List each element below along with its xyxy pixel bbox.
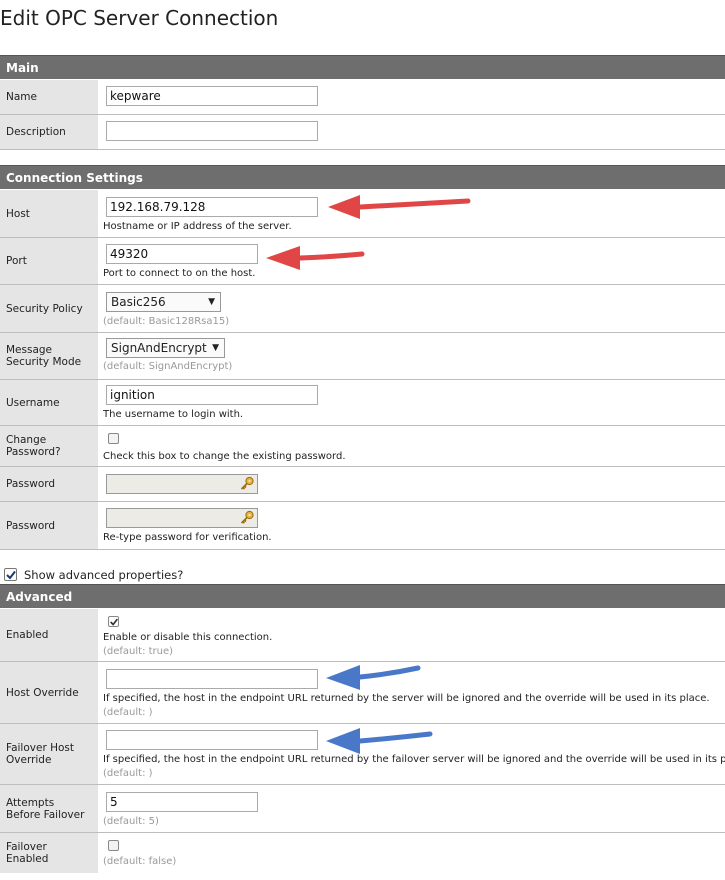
row-security-policy: Security Policy Basic256 ▼ (default: Bas…	[0, 285, 725, 333]
attempts-label-line1: Attempts	[6, 796, 55, 809]
name-input[interactable]: kepware	[106, 86, 318, 106]
message-security-label-line2: Security Mode	[6, 356, 82, 368]
port-help: Port to connect to on the host.	[103, 268, 256, 279]
row-attempts: Attempts Before Failover 5 (default: 5)	[0, 785, 725, 833]
red-arrow-port	[266, 246, 365, 270]
row-change-password: Change Password? Check this box to change…	[0, 426, 725, 467]
checkmark-icon	[110, 618, 118, 626]
security-policy-label: Security Policy	[0, 285, 98, 332]
row-username: Username ignition The username to login …	[0, 380, 725, 426]
blue-arrow-host-override	[326, 665, 421, 690]
change-password-label-line2: Password?	[6, 446, 61, 458]
enabled-default: (default: true)	[103, 646, 174, 657]
password-label: Password	[0, 467, 98, 501]
failover-host-input[interactable]	[106, 730, 318, 750]
change-password-label: Change Password?	[0, 426, 98, 466]
host-override-input[interactable]	[106, 669, 318, 689]
failover-enabled-label-line1: Failover	[6, 841, 47, 853]
section-header-advanced: Advanced	[0, 584, 725, 608]
row-failover-enabled: Failover Enabled (default: false)	[0, 833, 725, 873]
change-password-label-line1: Change	[6, 434, 47, 446]
security-policy-select[interactable]: Basic256 ▼	[106, 292, 221, 312]
description-input[interactable]	[106, 121, 318, 141]
port-input[interactable]: 49320	[106, 244, 258, 264]
security-policy-value: Basic256	[111, 295, 166, 309]
failover-host-label-line1: Failover Host	[6, 742, 75, 754]
password-retype-input[interactable]	[106, 508, 258, 528]
row-enabled: Enabled Enable or disable this connectio…	[0, 609, 725, 662]
failover-host-label-line2: Override	[6, 754, 52, 766]
failover-host-default: (default: )	[103, 768, 153, 779]
host-override-help: If specified, the host in the endpoint U…	[103, 693, 710, 704]
failover-enabled-label-line2: Enabled	[6, 853, 49, 865]
change-password-checkbox[interactable]	[108, 433, 119, 444]
host-override-default: (default: )	[103, 707, 153, 718]
password-retype-label: Password	[0, 502, 98, 549]
failover-enabled-checkbox[interactable]	[108, 840, 119, 851]
row-message-security: Message Security Mode SignAndEncrypt ▼ (d…	[0, 333, 725, 380]
host-override-label: Host Override	[0, 662, 98, 723]
password-retype-help: Re-type password for verification.	[103, 532, 272, 543]
message-security-label-line1: Message	[6, 344, 53, 356]
key-icon	[240, 476, 254, 490]
section-header-main: Main	[0, 55, 725, 79]
page-title: Edit OPC Server Connection	[0, 6, 279, 30]
show-advanced-checkbox[interactable]	[4, 568, 17, 581]
show-advanced-label: Show advanced properties?	[24, 568, 184, 582]
security-policy-default: (default: Basic128Rsa15)	[103, 316, 230, 327]
host-input[interactable]: 192.168.79.128	[106, 197, 318, 217]
checkmark-icon	[6, 570, 16, 580]
password-input[interactable]	[106, 474, 258, 494]
enabled-help: Enable or disable this connection.	[103, 632, 273, 643]
username-input[interactable]: ignition	[106, 385, 318, 405]
description-label: Description	[0, 115, 98, 149]
failover-host-label: Failover Host Override	[0, 724, 98, 784]
failover-enabled-label: Failover Enabled	[0, 833, 98, 873]
row-description: Description	[0, 115, 725, 150]
section-header-connection: Connection Settings	[0, 165, 725, 189]
blue-arrow-failover-host	[326, 728, 433, 754]
row-password-retype: Password Re-type password for verificati…	[0, 502, 725, 550]
port-label: Port	[0, 238, 98, 284]
attempts-default: (default: 5)	[103, 816, 159, 827]
chevron-down-icon: ▼	[212, 343, 219, 353]
message-security-select[interactable]: SignAndEncrypt ▼	[106, 338, 225, 358]
enabled-checkbox[interactable]	[108, 616, 119, 627]
host-help: Hostname or IP address of the server.	[103, 221, 292, 232]
attempts-label-line2: Before Failover	[6, 808, 85, 821]
row-name: Name kepware	[0, 80, 725, 115]
chevron-down-icon: ▼	[208, 297, 215, 307]
row-password: Password	[0, 467, 725, 502]
attempts-label: Attempts Before Failover	[0, 785, 98, 832]
name-label: Name	[0, 80, 98, 114]
change-password-help: Check this box to change the existing pa…	[103, 451, 346, 462]
message-security-default: (default: SignAndEncrypt)	[103, 361, 233, 372]
attempts-input[interactable]: 5	[106, 792, 258, 812]
message-security-value: SignAndEncrypt	[111, 341, 207, 355]
failover-enabled-default: (default: false)	[103, 856, 177, 867]
host-label: Host	[0, 190, 98, 237]
message-security-label: Message Security Mode	[0, 333, 98, 379]
enabled-label: Enabled	[0, 609, 98, 661]
key-icon	[240, 510, 254, 524]
username-label: Username	[0, 380, 98, 425]
red-arrow-host	[328, 195, 471, 219]
username-help: The username to login with.	[103, 409, 244, 420]
